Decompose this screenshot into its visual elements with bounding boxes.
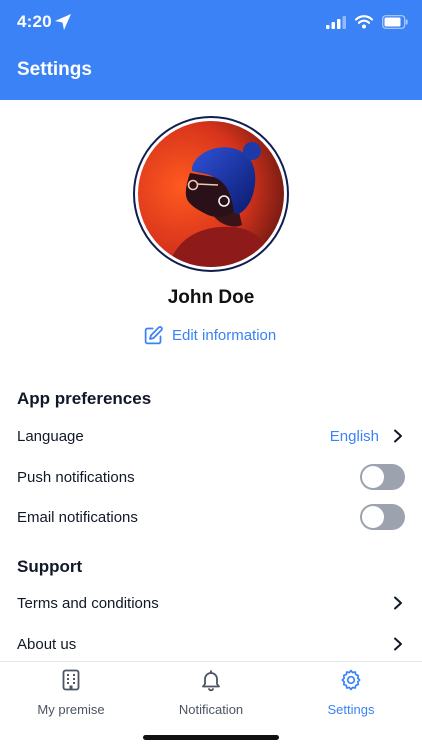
- tab-notification[interactable]: Notification: [141, 668, 281, 717]
- app-header: 4:20 Settings: [0, 0, 422, 100]
- toggle-knob: [362, 466, 384, 488]
- chevron-right-icon: [394, 596, 402, 610]
- push-notifications-row: Push notifications: [0, 457, 422, 497]
- push-notifications-toggle[interactable]: [360, 464, 405, 490]
- tab-settings[interactable]: Settings: [281, 668, 421, 717]
- gear-icon: [341, 669, 361, 691]
- language-value: English: [329, 427, 379, 445]
- avatar: [133, 116, 289, 272]
- email-notifications-label: Email notifications: [17, 508, 138, 526]
- tab-label: My premise: [37, 702, 105, 717]
- user-name: John Doe: [167, 287, 255, 308]
- signal-icon: [326, 16, 346, 29]
- page-title: Settings: [17, 59, 92, 80]
- tab-label: Notification: [178, 702, 244, 717]
- email-notifications-toggle[interactable]: [360, 504, 405, 530]
- tab-label: Settings: [327, 702, 375, 717]
- wifi-icon: [355, 15, 373, 29]
- email-notifications-row: Email notifications: [0, 497, 422, 537]
- edit-icon: [144, 325, 163, 344]
- building-icon: [62, 669, 80, 691]
- terms-row[interactable]: Terms and conditions: [0, 583, 422, 623]
- terms-label: Terms and conditions: [17, 594, 159, 612]
- about-us-label: About us: [17, 635, 77, 653]
- tab-my-premise[interactable]: My premise: [1, 668, 141, 717]
- section-title-support: Support: [17, 557, 83, 576]
- home-indicator: [143, 735, 279, 740]
- section-title-app-preferences: App preferences: [17, 389, 152, 408]
- chevron-right-icon: [394, 429, 402, 443]
- language-row[interactable]: Language English: [0, 416, 422, 456]
- bell-icon: [202, 670, 220, 692]
- status-time: 4:20: [17, 12, 52, 31]
- language-label: Language: [17, 427, 84, 445]
- toggle-knob: [362, 506, 384, 528]
- battery-icon: [382, 15, 408, 29]
- about-us-row[interactable]: About us: [0, 624, 422, 664]
- location-arrow-icon: [55, 14, 71, 30]
- chevron-right-icon: [394, 637, 402, 651]
- edit-information-label: Edit information: [172, 326, 277, 344]
- edit-information-button[interactable]: Edit information: [143, 323, 276, 347]
- profile-photo: [138, 121, 284, 267]
- push-notifications-label: Push notifications: [17, 468, 135, 486]
